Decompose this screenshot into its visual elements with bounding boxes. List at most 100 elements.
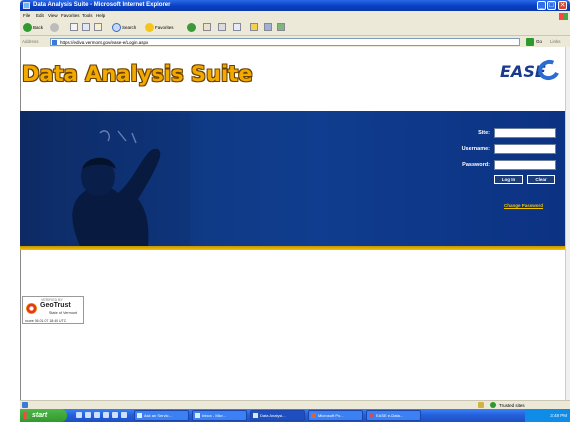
forward-button[interactable] xyxy=(50,23,59,33)
task-icon xyxy=(311,413,316,418)
username-label: Username: xyxy=(461,146,490,152)
favorites-label: Favorites xyxy=(155,25,174,30)
start-label: start xyxy=(32,412,48,419)
stop-button[interactable] xyxy=(70,23,78,33)
quicklaunch-desktop-icon[interactable] xyxy=(85,412,91,418)
change-password-link[interactable]: Change Password xyxy=(504,203,543,208)
windows-logo-icon xyxy=(23,412,30,419)
window-titlebar[interactable]: Data Analysis Suite - Microsoft Internet… xyxy=(20,0,570,11)
search-label: Search xyxy=(122,25,137,30)
address-label: Address xyxy=(22,39,39,44)
folder-icon xyxy=(250,23,258,31)
seal-timestamp: ncore 06.01.07 18:40 UTC xyxy=(25,319,67,323)
refresh-icon xyxy=(82,23,90,31)
banner-gold-stripe xyxy=(20,246,565,250)
lock-icon xyxy=(478,402,484,408)
geotrust-logo-icon xyxy=(26,303,37,314)
minimize-button[interactable]: _ xyxy=(537,1,546,10)
home-button[interactable] xyxy=(94,23,102,33)
quicklaunch-outlook-icon[interactable] xyxy=(94,412,100,418)
task-ease-data[interactable]: EASE e-Data... xyxy=(366,410,421,421)
search-button[interactable]: Search xyxy=(112,23,136,33)
task-label: Ask an Servic... xyxy=(144,413,172,418)
seal-brand: GeoTrust xyxy=(40,302,71,309)
stop-icon xyxy=(70,23,78,31)
vertical-scrollbar[interactable] xyxy=(565,47,570,400)
task-icon xyxy=(253,413,258,418)
research-button[interactable] xyxy=(264,23,272,33)
quicklaunch-word-icon[interactable] xyxy=(103,412,109,418)
back-label: Back xyxy=(33,25,44,30)
messenger-button[interactable] xyxy=(277,23,285,33)
system-tray: 3:48 PM xyxy=(525,409,570,422)
mail-button[interactable] xyxy=(203,23,211,33)
task-label: EASE e-Data... xyxy=(376,413,404,418)
menu-help[interactable]: Help xyxy=(96,13,105,18)
back-button[interactable]: Back xyxy=(23,23,43,33)
menu-tools[interactable]: Tools xyxy=(82,13,93,18)
links-button[interactable]: Links xyxy=(550,39,561,44)
login-button[interactable]: Log In xyxy=(494,175,523,184)
menu-favorites[interactable]: Favorites xyxy=(61,13,80,18)
brand-title: Data Analysis Suite xyxy=(22,62,253,86)
edit-button[interactable] xyxy=(233,23,241,33)
password-label: Password: xyxy=(462,162,490,168)
address-url: https://ediva.vermont.gov/ease-e/Login.a… xyxy=(60,40,149,45)
clock[interactable]: 3:48 PM xyxy=(550,413,567,418)
window-title: Data Analysis Suite - Microsoft Internet… xyxy=(33,2,171,8)
home-icon xyxy=(94,23,102,31)
address-bar: Address https://ediva.vermont.gov/ease-e… xyxy=(20,37,570,47)
quicklaunch-more-icon[interactable] xyxy=(121,412,127,418)
clear-button[interactable]: Clear xyxy=(527,175,555,184)
student-at-blackboard-image xyxy=(40,113,190,246)
seal-org: State of Vermont xyxy=(48,311,78,315)
username-field[interactable] xyxy=(494,144,556,154)
refresh-button[interactable] xyxy=(82,23,90,33)
back-arrow-icon xyxy=(23,23,32,32)
task-label: Microsoft Po... xyxy=(318,413,344,418)
geotrust-seal[interactable]: VERIFIED BY GeoTrust State of Vermont nc… xyxy=(22,296,84,324)
security-zone-label: Trusted sites xyxy=(499,403,525,408)
go-arrow-icon[interactable] xyxy=(526,38,534,46)
maximize-button[interactable]: □ xyxy=(547,1,556,10)
star-icon xyxy=(145,23,154,32)
favorites-button[interactable]: Favorites xyxy=(145,23,174,33)
password-field[interactable] xyxy=(494,160,556,170)
mail-icon xyxy=(203,23,211,31)
task-icon xyxy=(137,413,142,418)
toolbar: Back Search Favorites xyxy=(20,20,570,36)
taskbar: start Ask an Servic... Inbox - Micr... D… xyxy=(20,409,570,422)
desktop-margin-right xyxy=(570,0,581,422)
folder-button[interactable] xyxy=(250,23,258,33)
forward-arrow-icon xyxy=(50,23,59,32)
task-label: Data Analysi... xyxy=(260,413,286,418)
windows-logo-icon xyxy=(559,13,568,20)
task-powerpoint[interactable]: Microsoft Po... xyxy=(308,410,363,421)
close-button[interactable]: ✕ xyxy=(558,1,567,10)
desktop-margin-left xyxy=(0,0,20,422)
menu-view[interactable]: View xyxy=(48,13,58,18)
site-field[interactable] xyxy=(494,128,556,138)
print-button[interactable] xyxy=(218,23,226,33)
start-button[interactable]: start xyxy=(20,409,67,422)
search-icon xyxy=(112,23,121,32)
task-data-analysis[interactable]: Data Analysi... xyxy=(250,410,305,421)
menu-edit[interactable]: Edit xyxy=(36,13,44,18)
task-ask-service[interactable]: Ask an Servic... xyxy=(134,410,189,421)
history-button[interactable] xyxy=(187,23,196,33)
site-label: Site: xyxy=(478,130,490,136)
quicklaunch-ie-icon[interactable] xyxy=(76,412,82,418)
messenger-icon xyxy=(277,23,285,31)
address-input[interactable]: https://ediva.vermont.gov/ease-e/Login.a… xyxy=(50,38,520,46)
task-inbox[interactable]: Inbox - Micr... xyxy=(192,410,247,421)
task-icon xyxy=(369,413,374,418)
menu-bar: File Edit View Favorites Tools Help xyxy=(20,11,570,20)
go-button[interactable]: Go xyxy=(536,39,542,44)
screen: Data Analysis Suite - Microsoft Internet… xyxy=(0,0,581,422)
quicklaunch-app-icon[interactable] xyxy=(112,412,118,418)
history-icon xyxy=(187,23,196,32)
page-status-icon xyxy=(22,402,28,408)
ie-icon xyxy=(23,2,30,9)
print-icon xyxy=(218,23,226,31)
menu-file[interactable]: File xyxy=(23,13,30,18)
